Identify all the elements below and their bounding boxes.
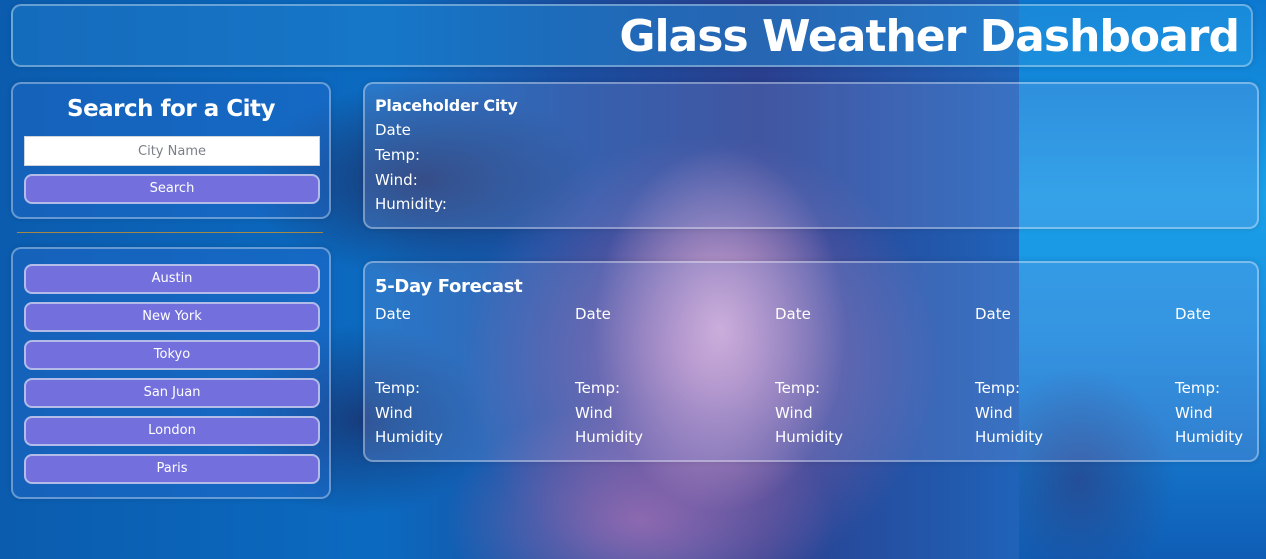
forecast-date: Date (975, 305, 1011, 323)
forecast-day-card: Date Temp: Wind Humidity (775, 305, 965, 455)
history-city-button[interactable]: Tokyo (24, 340, 320, 370)
forecast-title: 5-Day Forecast (375, 276, 523, 297)
forecast-panel: 5-Day Forecast Date Temp: Wind Humidity … (363, 261, 1259, 462)
history-city-button[interactable]: Paris (24, 454, 320, 484)
forecast-day-card: Date Temp: Wind Humidity (1175, 305, 1253, 455)
search-panel: Search for a City Search (11, 82, 331, 219)
forecast-humidity: Humidity (575, 428, 644, 446)
history-city-button[interactable]: London (24, 416, 320, 446)
history-city-button[interactable]: New York (24, 302, 320, 332)
forecast-temp: Temp: (575, 379, 621, 397)
forecast-date: Date (375, 305, 411, 323)
forecast-humidity: Humidity (775, 428, 844, 446)
forecast-temp: Temp: (975, 379, 1021, 397)
page-title: Glass Weather Dashboard (619, 11, 1240, 62)
forecast-temp: Temp: (375, 379, 421, 397)
current-wind: Wind: (375, 171, 418, 189)
forecast-wind: Wind (375, 404, 413, 422)
forecast-day-card: Date Temp: Wind Humidity (375, 305, 565, 455)
forecast-temp: Temp: (1175, 379, 1221, 397)
forecast-humidity: Humidity (375, 428, 444, 446)
search-title: Search for a City (67, 96, 275, 122)
current-date: Date (375, 121, 411, 139)
forecast-wind: Wind (575, 404, 613, 422)
forecast-wind: Wind (775, 404, 813, 422)
search-history-panel: Austin New York Tokyo San Juan London Pa… (11, 247, 331, 499)
current-temp: Temp: (375, 146, 421, 164)
forecast-date: Date (1175, 305, 1211, 323)
forecast-day-card: Date Temp: Wind Humidity (575, 305, 765, 455)
app-header: Glass Weather Dashboard (11, 4, 1253, 67)
current-city-name: Placeholder City (375, 96, 518, 115)
search-button[interactable]: Search (24, 174, 320, 204)
current-weather-panel: Placeholder City Date Temp: Wind: Humidi… (363, 82, 1259, 229)
current-humidity: Humidity: (375, 195, 447, 213)
forecast-date: Date (575, 305, 611, 323)
forecast-day-card: Date Temp: Wind Humidity (975, 305, 1165, 455)
forecast-humidity: Humidity (1175, 428, 1244, 446)
history-city-button[interactable]: Austin (24, 264, 320, 294)
history-city-button[interactable]: San Juan (24, 378, 320, 408)
divider (17, 232, 323, 233)
forecast-wind: Wind (1175, 404, 1213, 422)
forecast-wind: Wind (975, 404, 1013, 422)
forecast-date: Date (775, 305, 811, 323)
city-search-input[interactable] (24, 136, 320, 166)
forecast-temp: Temp: (775, 379, 821, 397)
forecast-humidity: Humidity (975, 428, 1044, 446)
